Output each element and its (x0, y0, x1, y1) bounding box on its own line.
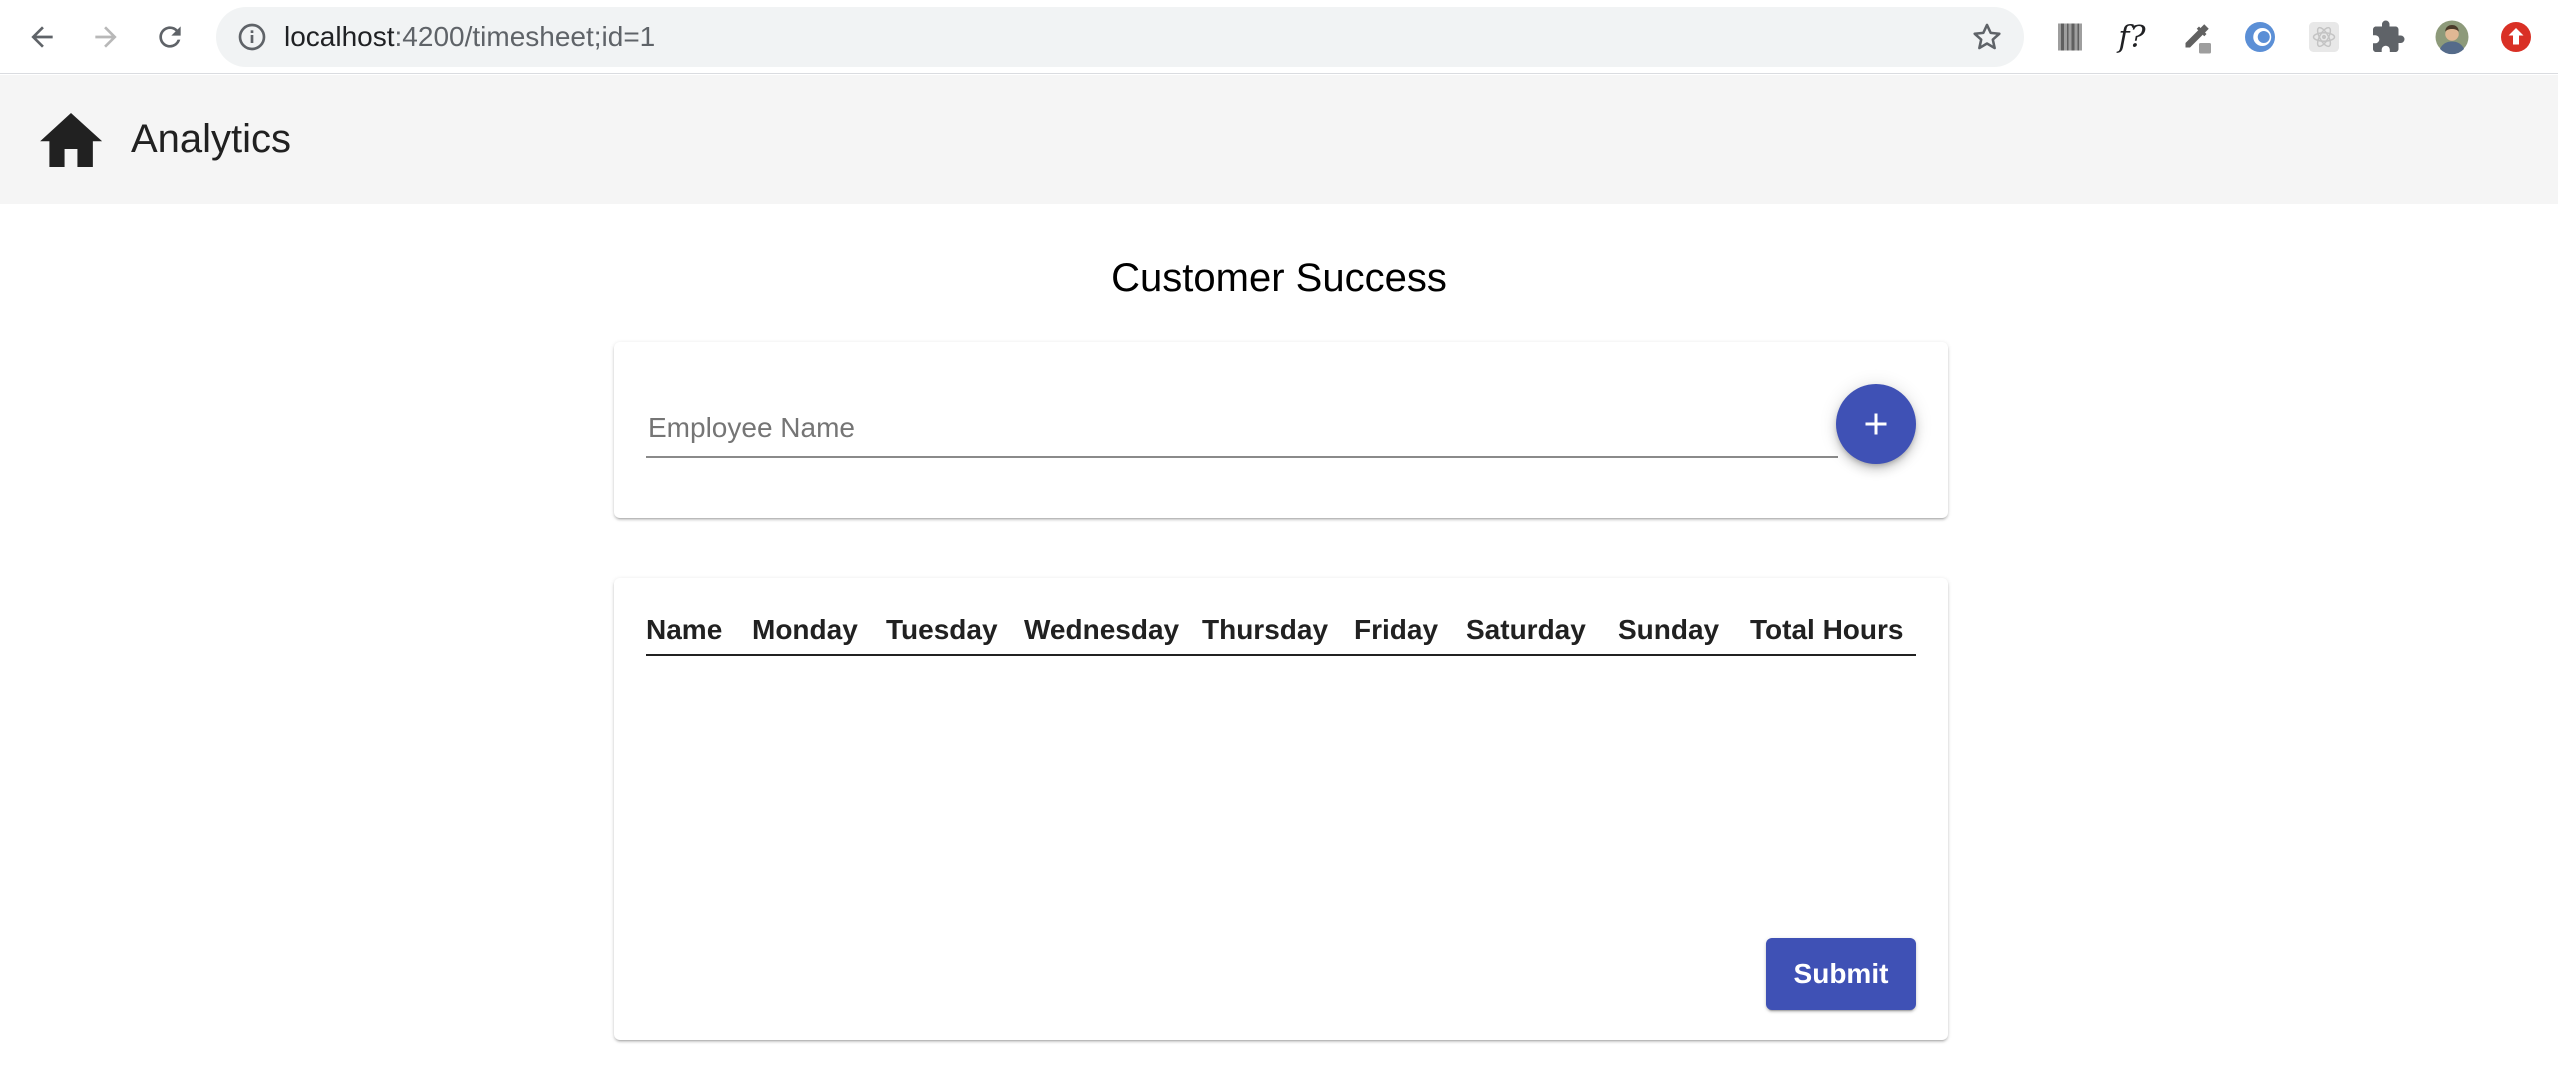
app-title: Analytics (131, 117, 292, 161)
add-employee-button[interactable] (1836, 384, 1916, 464)
reload-icon (159, 26, 181, 48)
url-host: localhost (284, 21, 395, 52)
employee-form-card (614, 342, 1948, 518)
reload-button[interactable] (150, 17, 190, 57)
address-bar[interactable]: localhost:4200/timesheet;id=1 (216, 7, 2024, 67)
employee-name-input[interactable] (646, 402, 1838, 454)
employee-name-field[interactable] (646, 402, 1838, 458)
react-devtools-extension[interactable] (2304, 17, 2344, 57)
formula-extension-label: f? (2118, 19, 2146, 55)
plus-icon (1865, 413, 1887, 435)
column-header-sunday: Sunday (1618, 614, 1720, 645)
column-header-thursday: Thursday (1202, 614, 1329, 645)
color-picker-extension[interactable] (2176, 17, 2216, 57)
url-text[interactable]: localhost:4200/timesheet;id=1 (284, 21, 655, 53)
info-icon[interactable] (236, 21, 268, 53)
color-picker-icon (2185, 24, 2211, 54)
column-header-tuesday: Tuesday (886, 614, 998, 645)
column-header-name: Name (646, 614, 723, 645)
extensions-button[interactable] (2368, 17, 2408, 57)
barcode-icon (2058, 23, 2082, 51)
column-header-wednesday: Wednesday (1024, 614, 1180, 645)
back-arrow-icon (31, 26, 53, 48)
column-header-total-hours: Total Hours (1750, 614, 1904, 645)
react-devtools-icon (2309, 22, 2339, 52)
forward-arrow-icon (95, 26, 117, 48)
profile-button[interactable] (2432, 17, 2472, 57)
column-header-saturday: Saturday (1466, 614, 1586, 645)
url-path: :4200/timesheet;id=1 (394, 21, 656, 52)
timesheet-card: Name Monday Tuesday Wednesday Thursday F… (614, 578, 1948, 1040)
submit-button[interactable]: Submit (1766, 938, 1916, 1010)
column-header-friday: Friday (1354, 614, 1439, 645)
barcode-extension[interactable] (2050, 17, 2090, 57)
profile-avatar (2435, 20, 2469, 55)
extensions-puzzle-icon (2373, 20, 2405, 52)
app-toolbar: Analytics (0, 75, 2558, 204)
vpn-extension[interactable] (2240, 17, 2280, 57)
timesheet-table-header: Name Monday Tuesday Wednesday Thursday F… (646, 608, 1916, 656)
back-button[interactable] (22, 17, 62, 57)
forward-button[interactable] (86, 17, 126, 57)
browser-chrome: localhost:4200/timesheet;id=1 f? (0, 0, 2558, 74)
vpn-icon (2245, 22, 2275, 52)
update-icon (2501, 22, 2531, 52)
column-header-monday: Monday (752, 614, 858, 645)
home-icon[interactable] (40, 113, 102, 167)
formula-extension[interactable]: f? (2112, 17, 2152, 57)
update-button[interactable] (2496, 17, 2536, 57)
star-icon[interactable] (1970, 20, 2004, 54)
page-title: Customer Success (1111, 256, 1447, 300)
